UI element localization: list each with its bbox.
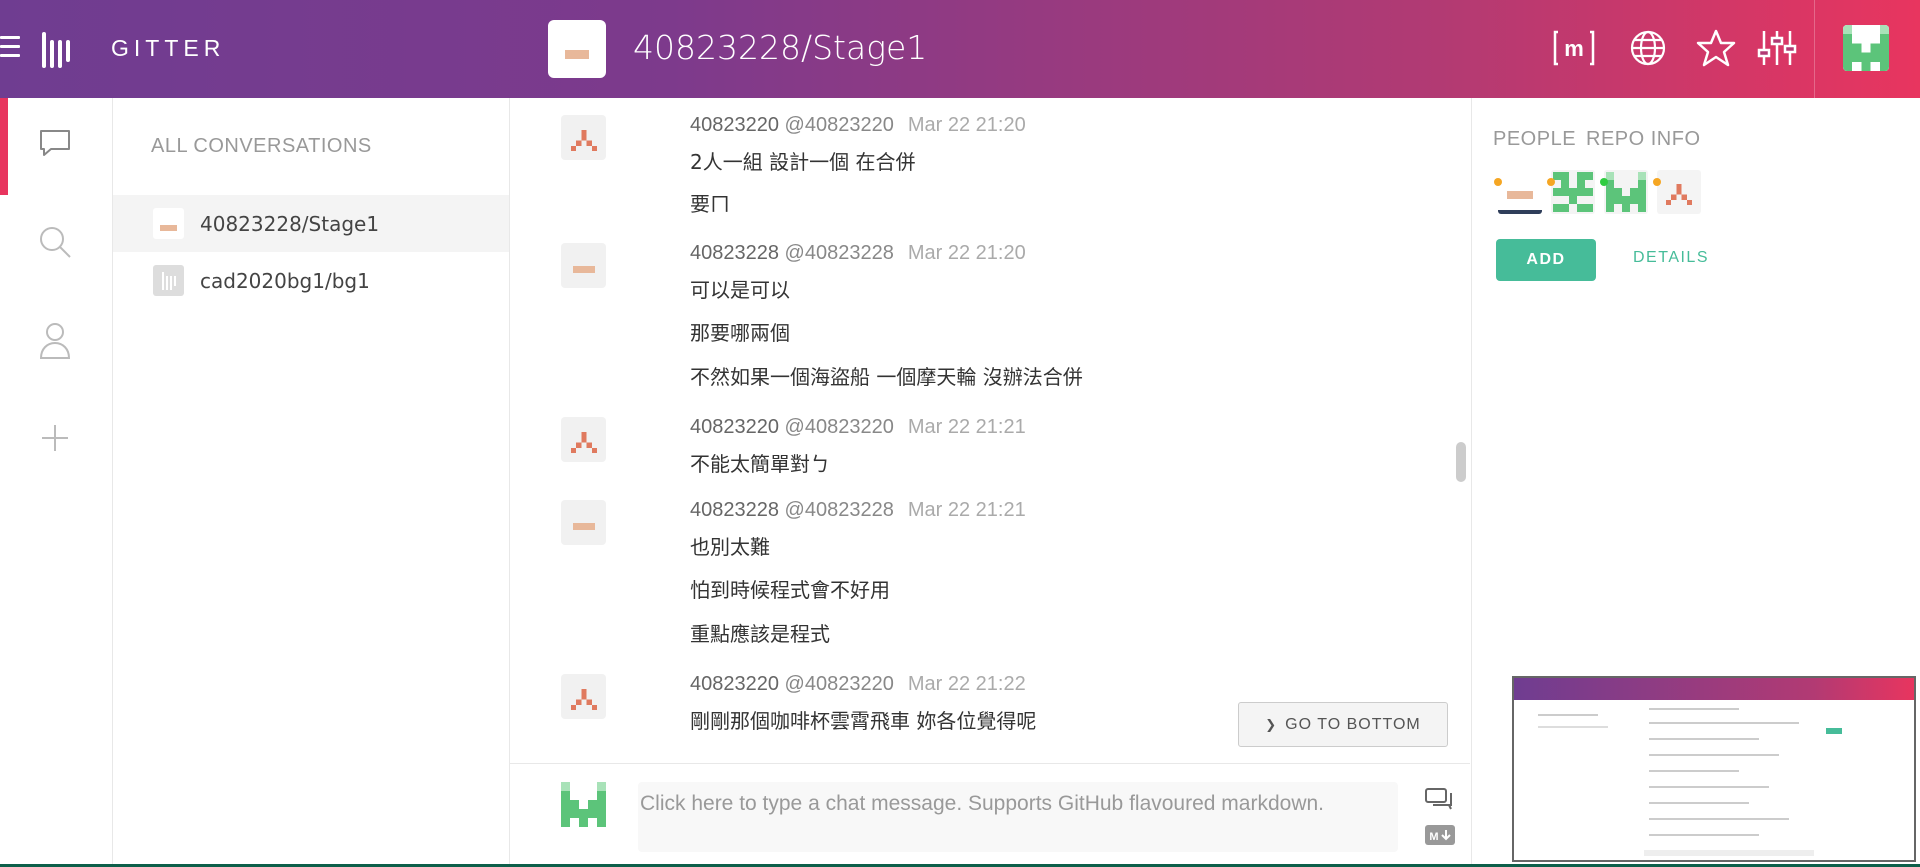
- go-to-bottom-label: GO TO BOTTOM: [1285, 715, 1421, 733]
- message-handle[interactable]: @40823228: [785, 242, 894, 264]
- active-indicator: [0, 98, 8, 195]
- message-avatar[interactable]: [561, 243, 606, 288]
- conversation-item[interactable]: cad2020bg1/bg1: [113, 252, 509, 309]
- app-header: GITTER 40823228/Stage1 m: [0, 0, 1920, 98]
- conversations-title: ALL CONVERSATIONS: [151, 135, 372, 157]
- message-avatar[interactable]: [561, 417, 606, 462]
- message-text: 也別太難: [690, 535, 770, 559]
- chat-bubble-icon[interactable]: [35, 123, 75, 163]
- matrix-icon[interactable]: m: [1550, 24, 1598, 72]
- message-text: 可以是可以: [690, 278, 790, 302]
- tab-repo-info[interactable]: REPO INFO: [1586, 128, 1701, 151]
- message-avatar[interactable]: [561, 674, 606, 719]
- chat-scrollbar[interactable]: [1456, 442, 1466, 482]
- message-text: 剛剛那個咖啡杯雲霄飛車 妳各位覺得呢: [690, 709, 1037, 733]
- conversation-label: cad2020bg1/bg1: [200, 268, 370, 293]
- details-button[interactable]: DETAILS: [1633, 249, 1709, 267]
- message-handle[interactable]: @40823220: [785, 114, 894, 136]
- message-header: 40823220 @40823220 Mar 22 21:20: [690, 114, 1026, 137]
- header-divider: [1814, 0, 1815, 98]
- message-username[interactable]: 40823228: [690, 242, 779, 264]
- message-time[interactable]: Mar 22 21:20: [908, 114, 1026, 136]
- status-dot-icon: [1494, 178, 1502, 186]
- search-icon[interactable]: [35, 222, 75, 262]
- person-avatar[interactable]: [1657, 170, 1701, 214]
- chat-messages[interactable]: 40823220 @40823220 Mar 22 21:20 2人一組 設計一個…: [510, 98, 1470, 763]
- chat-input[interactable]: Click here to type a chat message. Suppo…: [638, 782, 1398, 852]
- message-text: 怕到時候程式會不好用: [690, 578, 890, 602]
- add-button[interactable]: ADD: [1496, 239, 1596, 281]
- screen-thumbnail: [1512, 676, 1916, 862]
- room-avatar[interactable]: [548, 20, 606, 78]
- svg-text:m: m: [1564, 36, 1584, 61]
- status-dot-icon: [1653, 178, 1661, 186]
- left-rail: [0, 98, 113, 867]
- room-avatar: [153, 208, 184, 239]
- message-handle[interactable]: @40823228: [785, 499, 894, 521]
- status-dot-icon: [1547, 178, 1555, 186]
- message-text: 2人一組 設計一個 在合併: [690, 150, 916, 174]
- composer: Click here to type a chat message. Suppo…: [510, 763, 1470, 867]
- settings-sliders-icon[interactable]: [1753, 24, 1801, 72]
- message-text: 不然如果一個海盜船 一個摩天輪 沒辦法合併: [690, 365, 1083, 389]
- message-header: 40823228 @40823228 Mar 22 21:21: [690, 499, 1026, 522]
- message-time[interactable]: Mar 22 21:21: [908, 416, 1026, 438]
- message-handle[interactable]: @40823220: [785, 673, 894, 695]
- person-avatar[interactable]: [1604, 170, 1648, 214]
- hamburger-menu-icon[interactable]: [0, 33, 20, 61]
- message-header: 40823220 @40823220 Mar 22 21:22: [690, 673, 1026, 696]
- svg-text:M: M: [1429, 831, 1438, 843]
- message-avatar[interactable]: [561, 500, 606, 545]
- go-to-bottom-button[interactable]: ❯ GO TO BOTTOM: [1238, 702, 1448, 747]
- person-avatar[interactable]: [1498, 170, 1542, 214]
- message-time[interactable]: Mar 22 21:21: [908, 499, 1026, 521]
- status-dot-icon: [1600, 178, 1608, 186]
- compose-mode-icon[interactable]: [1425, 786, 1455, 812]
- markdown-icon[interactable]: M: [1425, 822, 1455, 848]
- message-handle[interactable]: @40823220: [785, 416, 894, 438]
- message-username[interactable]: 40823220: [690, 673, 779, 695]
- gitter-logo-icon[interactable]: [42, 32, 70, 68]
- message-time[interactable]: Mar 22 21:20: [908, 242, 1026, 264]
- star-icon[interactable]: [1692, 24, 1740, 72]
- gitter-room-icon: [153, 265, 184, 296]
- user-avatar[interactable]: [1843, 25, 1889, 71]
- message-header: 40823220 @40823220 Mar 22 21:21: [690, 416, 1026, 439]
- message-time[interactable]: Mar 22 21:22: [908, 673, 1026, 695]
- globe-icon[interactable]: [1624, 24, 1672, 72]
- message-username[interactable]: 40823220: [690, 416, 779, 438]
- message-text: 那要哪兩個: [690, 321, 790, 345]
- message-header: 40823228 @40823228 Mar 22 21:20: [690, 242, 1026, 265]
- conversation-label: 40823228/Stage1: [200, 211, 380, 236]
- chevron-down-icon: ❯: [1265, 716, 1278, 732]
- message-avatar[interactable]: [561, 115, 606, 160]
- conversations-panel: ALL CONVERSATIONS 40823228/Stage1 cad202…: [113, 98, 510, 867]
- brand-name[interactable]: GITTER: [111, 35, 225, 62]
- person-avatar[interactable]: [1551, 170, 1595, 214]
- room-title: 40823228/Stage1: [633, 28, 928, 67]
- message-text: 重點應該是程式: [690, 622, 830, 646]
- plus-icon[interactable]: [35, 418, 75, 458]
- message-text: 要ㄇ: [690, 192, 730, 216]
- message-username[interactable]: 40823220: [690, 114, 779, 136]
- my-avatar[interactable]: [561, 782, 606, 827]
- person-icon[interactable]: [35, 320, 75, 360]
- tab-people[interactable]: PEOPLE: [1493, 128, 1576, 151]
- message-username[interactable]: 40823228: [690, 499, 779, 521]
- message-text: 不能太簡單對ㄅ: [690, 452, 830, 476]
- conversation-item[interactable]: 40823228/Stage1: [113, 195, 509, 252]
